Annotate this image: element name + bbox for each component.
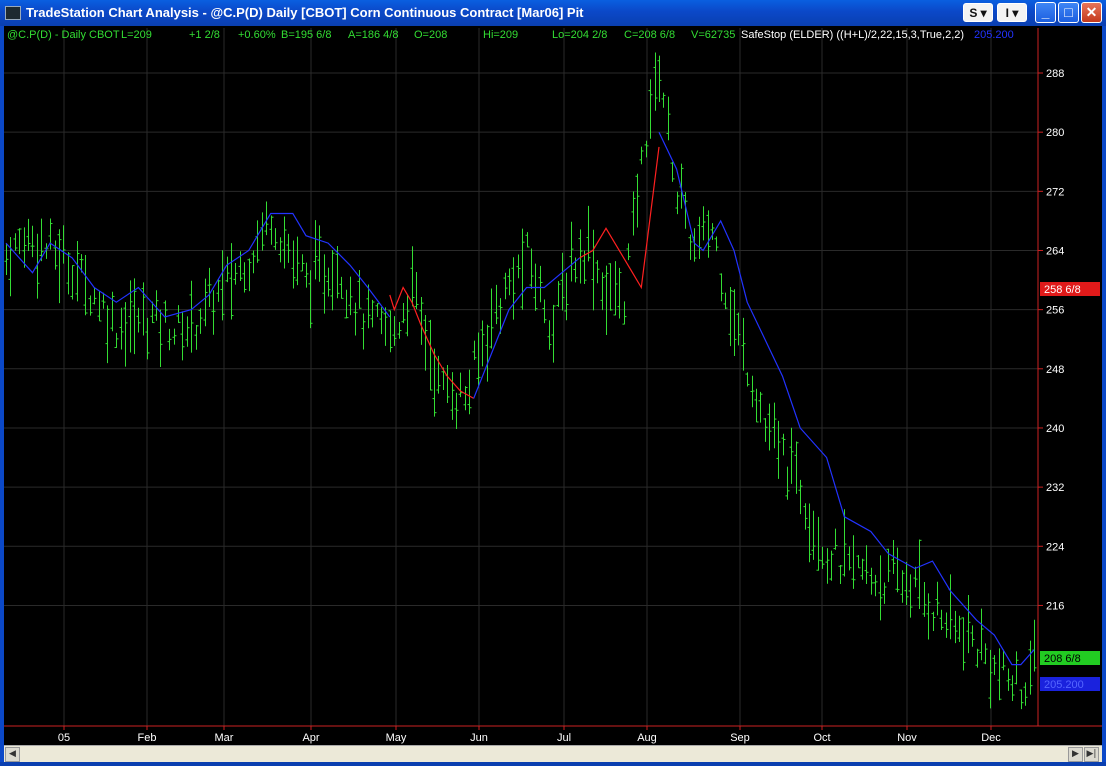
y-tick-label: 248 [1046, 364, 1064, 376]
indicator-label: SafeStop (ELDER) ((H+L)/2,22,15,3,True,2… [741, 29, 965, 41]
grid-lines [4, 28, 1038, 726]
maximize-icon: □ [1064, 4, 1073, 20]
close-label: C=208 6/8 [624, 29, 676, 41]
i-menu-button[interactable]: I ▾ [997, 3, 1027, 22]
y-tick-label: 240 [1046, 423, 1064, 435]
x-tick-label: Oct [813, 732, 830, 744]
x-tick-label: Dec [981, 732, 1001, 744]
price-bars [4, 52, 1037, 710]
x-tick-label: May [386, 732, 407, 744]
x-tick-label: Apr [302, 732, 319, 744]
window-frame-bottom [0, 762, 1106, 766]
y-tick-label: 216 [1046, 600, 1064, 612]
window-title: TradeStation Chart Analysis - @C.P(D) Da… [26, 5, 584, 20]
net-change-label: +1 2/8 [189, 29, 220, 41]
x-tick-label: Nov [897, 732, 917, 744]
y-tick-label: 232 [1046, 482, 1064, 494]
chart-window: TradeStation Chart Analysis - @C.P(D) Da… [0, 0, 1106, 766]
y-tick-label: 288 [1046, 68, 1064, 80]
scroll-left-arrow-icon[interactable]: ◀ [5, 747, 20, 762]
x-tick-label: Sep [730, 732, 750, 744]
scroll-right-arrow-icon[interactable]: ▶ [1068, 747, 1083, 762]
time-axis: 05 Feb Mar Apr May Jun Jul Aug Sep Oct Nov Dec [58, 726, 1001, 744]
safestop-indicator [5, 131, 1035, 666]
x-tick-label: Jul [557, 732, 571, 744]
price-chart[interactable]: 216 224 232 240 248 256 264 272 280 288 05 Feb Mar A… [4, 28, 1102, 746]
safestop-line-red [389, 286, 474, 399]
symbol-label: @C.P(D) - Daily [7, 29, 86, 41]
stop-price-label: 258 6/8 [1044, 284, 1081, 296]
x-tick-label: Jun [470, 732, 488, 744]
horizontal-scrollbar[interactable]: ◀ ▶ ▶| [4, 745, 1102, 763]
s-menu-label: S [969, 6, 978, 20]
s-menu-button[interactable]: S ▾ [963, 3, 993, 22]
scroll-end-icon[interactable]: ▶| [1084, 747, 1099, 762]
open-label: O=208 [414, 29, 448, 41]
y-tick-label: 224 [1046, 541, 1064, 553]
price-axis: 216 224 232 240 248 256 264 272 280 288 [1038, 68, 1064, 612]
high-label: Hi=209 [483, 29, 519, 41]
volume-label: V=62735 [691, 29, 736, 41]
y-tick-label: 272 [1046, 186, 1064, 198]
y-tick-label: 264 [1046, 245, 1064, 257]
window-frame-right [1102, 26, 1106, 766]
y-tick-label: 280 [1046, 127, 1064, 139]
x-tick-label: 05 [58, 732, 70, 744]
exchange-label: CBOT [89, 29, 120, 41]
indicator-status-value: 205.200 [974, 29, 1014, 41]
title-bar[interactable]: TradeStation Chart Analysis - @C.P(D) Da… [0, 0, 1106, 26]
y-tick-label: 256 [1046, 305, 1064, 317]
close-icon: ✕ [1085, 4, 1098, 20]
x-tick-label: Mar [215, 732, 234, 744]
last-label: L=209 [121, 29, 152, 41]
tradestation-app-icon [5, 6, 21, 20]
minimize-icon: _ [1041, 4, 1050, 20]
indicator-value-label: 205.200 [1044, 679, 1084, 691]
x-tick-label: Feb [138, 732, 157, 744]
minimize-button[interactable]: _ [1035, 2, 1056, 23]
safestop-line-blue [658, 131, 1035, 666]
close-button[interactable]: ✕ [1081, 2, 1102, 23]
i-menu-label: I [1005, 6, 1009, 20]
x-tick-label: Aug [637, 732, 657, 744]
maximize-button[interactable]: □ [1058, 2, 1079, 23]
low-label: Lo=204 2/8 [552, 29, 608, 41]
ask-label: A=186 4/8 [348, 29, 399, 41]
last-price-label: 208 6/8 [1044, 653, 1081, 665]
pct-change-label: +0.60% [238, 29, 276, 41]
bid-label: B=195 6/8 [281, 29, 332, 41]
